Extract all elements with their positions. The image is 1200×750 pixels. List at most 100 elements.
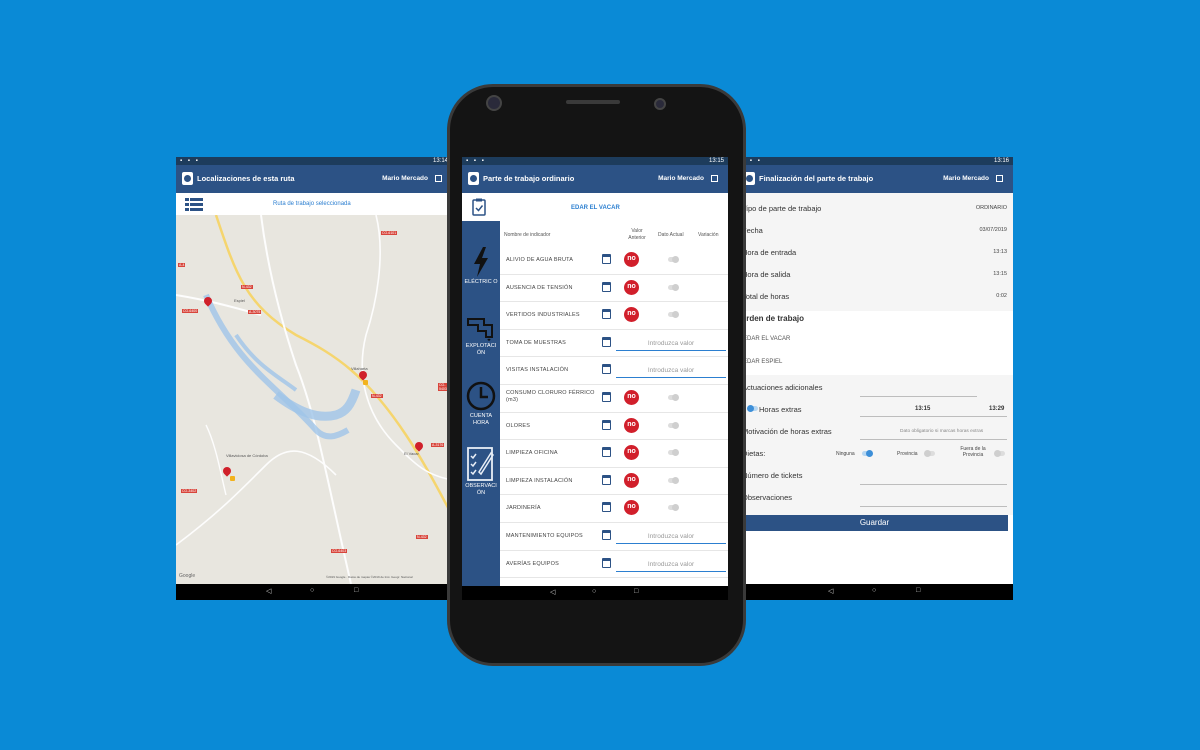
- logout-icon[interactable]: [711, 175, 718, 182]
- sidebar-item-label: CUENTA HORA: [469, 413, 493, 426]
- table-row: VISITAS INSTALACIÓN Introduzca valor: [500, 356, 728, 385]
- android-nav-bar: ◁ ○ □: [176, 584, 452, 600]
- current-value-toggle[interactable]: [668, 421, 679, 429]
- extras-section: Actuaciones adicionales Horas extras 13:…: [738, 375, 1013, 515]
- column-header-variation: Variación: [698, 232, 719, 238]
- recents-icon[interactable]: □: [354, 587, 358, 594]
- current-value-toggle[interactable]: [668, 311, 679, 319]
- observaciones-input[interactable]: [860, 506, 1007, 507]
- table-row: LIMPIEZA INSTALACIÓN no: [500, 467, 728, 496]
- table-row: OLORES no: [500, 412, 728, 441]
- current-value-toggle[interactable]: [668, 256, 679, 263]
- table-row: JARDINERÍA no: [500, 494, 728, 523]
- route-header: Ruta de trabajo seleccionada: [176, 193, 452, 216]
- sidebar-item-electrico[interactable]: ELÉCTRIC O: [462, 247, 500, 286]
- value-input[interactable]: Introduzca valor: [616, 337, 726, 351]
- calendar-icon[interactable]: [602, 392, 611, 402]
- sidebar-item-observacion[interactable]: OBSERVACI ÓN: [462, 447, 500, 497]
- route-label: Ruta de trabajo seleccionada: [273, 201, 351, 207]
- dietas-option-provincia: Provincia: [897, 451, 918, 457]
- list-menu-icon[interactable]: [185, 198, 203, 211]
- sidebar-item-label: ELÉCTRIC O: [464, 279, 498, 285]
- table-row: LIMPIEZA OFICINA no: [500, 439, 728, 468]
- dietas-provincia-toggle[interactable]: [924, 450, 935, 457]
- calendar-icon[interactable]: [602, 447, 611, 458]
- horas-extras-to[interactable]: 13:29: [989, 406, 1004, 412]
- road-label: A-3075: [248, 310, 262, 314]
- pipe-icon: [467, 318, 493, 341]
- app-bar: Finalización del parte de trabajo Mario …: [738, 165, 1013, 193]
- logout-icon[interactable]: [996, 175, 1003, 182]
- recents-icon[interactable]: □: [634, 588, 638, 595]
- app-bar: Localizaciones de esta ruta Mario Mercad…: [176, 165, 452, 193]
- indicator-name: VISITAS INSTALACIÓN: [506, 367, 569, 374]
- calendar-icon[interactable]: [602, 254, 611, 264]
- indicator-name: TOMA DE MUESTRAS: [506, 339, 566, 346]
- recents-icon[interactable]: □: [916, 587, 920, 594]
- fecha-value: 03/07/2019: [979, 227, 1007, 233]
- orden-item[interactable]: EDAR EL VACAR: [743, 336, 790, 342]
- app-bar: Parte de trabajo ordinario Mario Mercado: [462, 165, 728, 193]
- calendar-icon[interactable]: [602, 309, 611, 320]
- motivacion-input[interactable]: Dato obligatorio si marcas horas extras: [900, 429, 983, 434]
- map-attribution: ©2019 Google · Datos de mapas ©2019 de I…: [326, 575, 413, 579]
- value-input[interactable]: Introduzca valor: [616, 364, 726, 379]
- calendar-icon[interactable]: [602, 281, 611, 292]
- right-screen: ▪ ▪ ▪ 13:16 Finalización del parte de tr…: [738, 157, 1013, 600]
- road-label: N-432: [371, 394, 383, 398]
- front-camera-icon: [486, 95, 502, 111]
- sidebar-item-cuenta-hora[interactable]: CUENTA HORA: [462, 381, 500, 427]
- page-title: Finalización del parte de trabajo: [759, 174, 874, 183]
- back-icon[interactable]: ◁: [828, 587, 833, 595]
- sensor-icon: [654, 98, 666, 110]
- road-label: CO-6400: [182, 309, 199, 313]
- road-label: A-3176: [431, 443, 445, 447]
- dietas-option-ninguna: Ninguna: [836, 451, 855, 457]
- current-value-toggle[interactable]: [668, 476, 679, 484]
- calendar-icon[interactable]: [602, 530, 611, 540]
- current-value-toggle[interactable]: [668, 504, 679, 512]
- save-button[interactable]: Guardar: [741, 515, 1008, 531]
- calendar-icon[interactable]: [602, 502, 611, 513]
- town-label: El Vacar: [404, 451, 419, 456]
- calendar-icon[interactable]: [602, 557, 611, 568]
- road-label: CO-6403: [331, 549, 348, 553]
- status-time: 13:15: [708, 158, 724, 164]
- observaciones-label: Observaciones: [742, 493, 793, 502]
- dietas-ninguna-toggle[interactable]: [862, 450, 873, 457]
- calendar-icon[interactable]: [602, 474, 611, 485]
- orden-list: EDAR EL VACAR EDAR ESPIEL: [738, 327, 1013, 375]
- back-icon[interactable]: ◁: [266, 587, 271, 595]
- current-value-toggle[interactable]: [668, 449, 679, 457]
- back-icon[interactable]: ◁: [550, 588, 555, 596]
- site-header: EDAR EL VACAR: [462, 193, 728, 221]
- route-map[interactable]: CO-6101 A-4 N-432 CO-6400 A-3075 CO-5403…: [176, 215, 452, 584]
- home-icon[interactable]: ○: [872, 587, 876, 594]
- sidebar-item-label: OBSERVACI ÓN: [465, 483, 497, 496]
- horas-extras-toggle[interactable]: [747, 405, 758, 412]
- sidebar-item-explotacion[interactable]: EXPLOTACI ÓN: [462, 315, 500, 357]
- logout-icon[interactable]: [435, 175, 442, 182]
- road-label: CO-3402: [181, 489, 198, 493]
- home-icon[interactable]: ○: [592, 588, 596, 595]
- dietas-fuera-toggle[interactable]: [994, 450, 1005, 457]
- current-value-toggle[interactable]: [668, 394, 679, 401]
- current-value-toggle[interactable]: [668, 283, 679, 291]
- road-label: CO-6101: [381, 231, 398, 235]
- calendar-icon[interactable]: [602, 419, 611, 430]
- town-label: Villaharta: [351, 366, 368, 371]
- tickets-input[interactable]: [860, 484, 1007, 485]
- town-label: Espiel: [234, 298, 245, 303]
- orden-item[interactable]: EDAR ESPIEL: [743, 359, 782, 365]
- horas-extras-from[interactable]: 13:15: [915, 406, 930, 412]
- value-input[interactable]: Introduzca valor: [616, 530, 726, 544]
- value-input[interactable]: Introduzca valor: [616, 558, 726, 572]
- previous-value-no-badge: no: [624, 252, 639, 267]
- status-bar: ▪ ▪ ▪ 13:15: [462, 157, 728, 165]
- user-name: Mario Mercado: [382, 175, 428, 182]
- home-icon[interactable]: ○: [310, 587, 314, 594]
- calendar-icon[interactable]: [602, 364, 611, 375]
- stop-marker-icon: [363, 380, 368, 385]
- calendar-icon[interactable]: [602, 336, 611, 347]
- indicator-name: AVERÍAS EQUIPOS: [506, 560, 560, 567]
